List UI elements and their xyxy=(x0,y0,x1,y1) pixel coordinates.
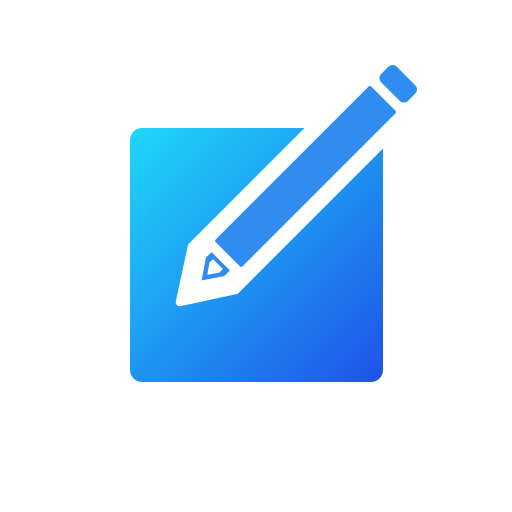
app-canvas xyxy=(0,0,512,512)
compose-icon xyxy=(130,47,435,382)
